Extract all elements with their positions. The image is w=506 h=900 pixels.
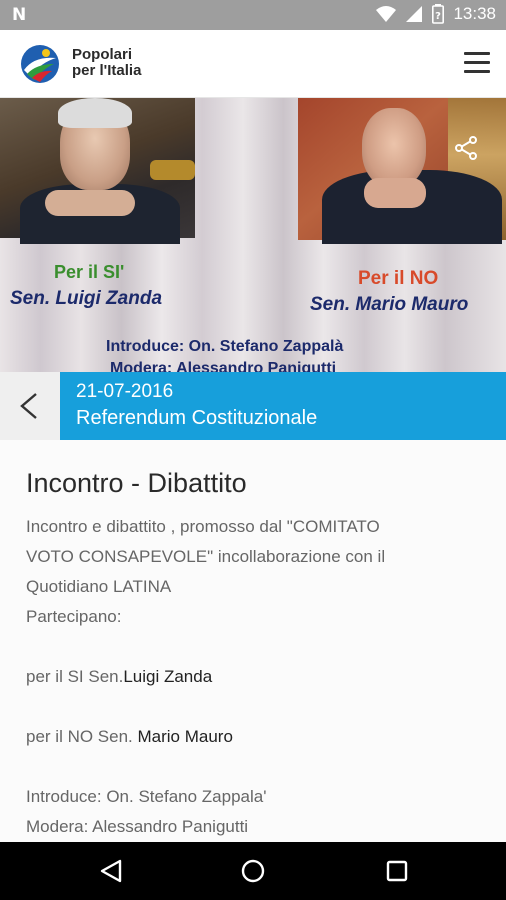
- brand-line-1: Popolari: [72, 46, 133, 63]
- event-header: 21-07-2016 Referendum Costituzionale: [0, 372, 506, 440]
- brand-logo: [21, 45, 59, 83]
- event-info: 21-07-2016 Referendum Costituzionale: [60, 372, 506, 440]
- article-modera: Modera: Alessandro Panigutti: [26, 817, 249, 836]
- article-line: Incontro e dibattito , promosso dal "COM…: [26, 517, 380, 536]
- wifi-icon: [376, 6, 397, 22]
- signal-icon: [406, 6, 423, 22]
- menu-button[interactable]: [464, 52, 490, 74]
- notification-n-icon: N: [12, 5, 27, 25]
- status-bar: N ? 13:38: [0, 0, 506, 30]
- poster-per-no: Per il NO: [358, 268, 439, 289]
- status-icons: ? 13:38: [376, 4, 496, 24]
- clock: 13:38: [453, 4, 496, 23]
- article-si-line: per il SI Sen.Luigi Zanda: [26, 662, 486, 692]
- share-icon[interactable]: [452, 134, 480, 162]
- article-content: Incontro - Dibattito Incontro e dibattit…: [0, 440, 506, 842]
- article-line: Quotidiano LATINA: [26, 577, 172, 596]
- poster-no-name: Sen. Mario Mauro: [310, 294, 469, 315]
- nav-home-icon[interactable]: [240, 858, 266, 884]
- article-line: VOTO CONSAPEVOLE" incollaborazione con i…: [26, 547, 386, 566]
- svg-text:?: ?: [436, 11, 442, 22]
- brand-name: Popolari per l'Italia: [72, 47, 141, 79]
- photo-luigi-zanda: [0, 98, 195, 244]
- nav-recents-icon[interactable]: [384, 858, 410, 884]
- back-button[interactable]: [0, 372, 60, 440]
- poster-per-si: Per il SI': [54, 262, 125, 282]
- event-title: Referendum Costituzionale: [76, 407, 318, 429]
- article-title: Incontro - Dibattito: [26, 468, 247, 498]
- photo-mario-mauro: [298, 98, 506, 244]
- si-name: Luigi Zanda: [123, 667, 213, 686]
- battery-icon: ?: [432, 4, 445, 24]
- app-bar: Popolari per l'Italia: [0, 30, 506, 98]
- article-no-line: per il NO Sen. Mario Mauro: [26, 722, 486, 752]
- event-date: 21-07-2016: [76, 381, 174, 402]
- no-name: Mario Mauro: [137, 727, 233, 746]
- poster-modera: Modera: Alessandro Panigutti: [110, 360, 337, 372]
- nav-back-icon[interactable]: [98, 858, 124, 884]
- si-prefix: per il SI Sen.: [26, 667, 124, 686]
- article-introduce: Introduce: On. Stefano Zappala': [26, 787, 267, 806]
- poster-si-name: Sen. Luigi Zanda: [10, 288, 163, 309]
- brand-line-2: per l'Italia: [72, 62, 142, 79]
- event-poster-image: Per il SI' Sen. Luigi Zanda Per il NO Se…: [0, 98, 506, 372]
- poster-introduce: Introduce: On. Stefano Zappalà: [106, 338, 344, 355]
- back-arrow-icon: [20, 393, 37, 419]
- article-line: Partecipano:: [26, 607, 122, 626]
- system-nav-bar: [0, 842, 506, 900]
- no-prefix: per il NO Sen.: [26, 727, 138, 746]
- article-body: Incontro e dibattito , promosso dal "COM…: [26, 512, 486, 842]
